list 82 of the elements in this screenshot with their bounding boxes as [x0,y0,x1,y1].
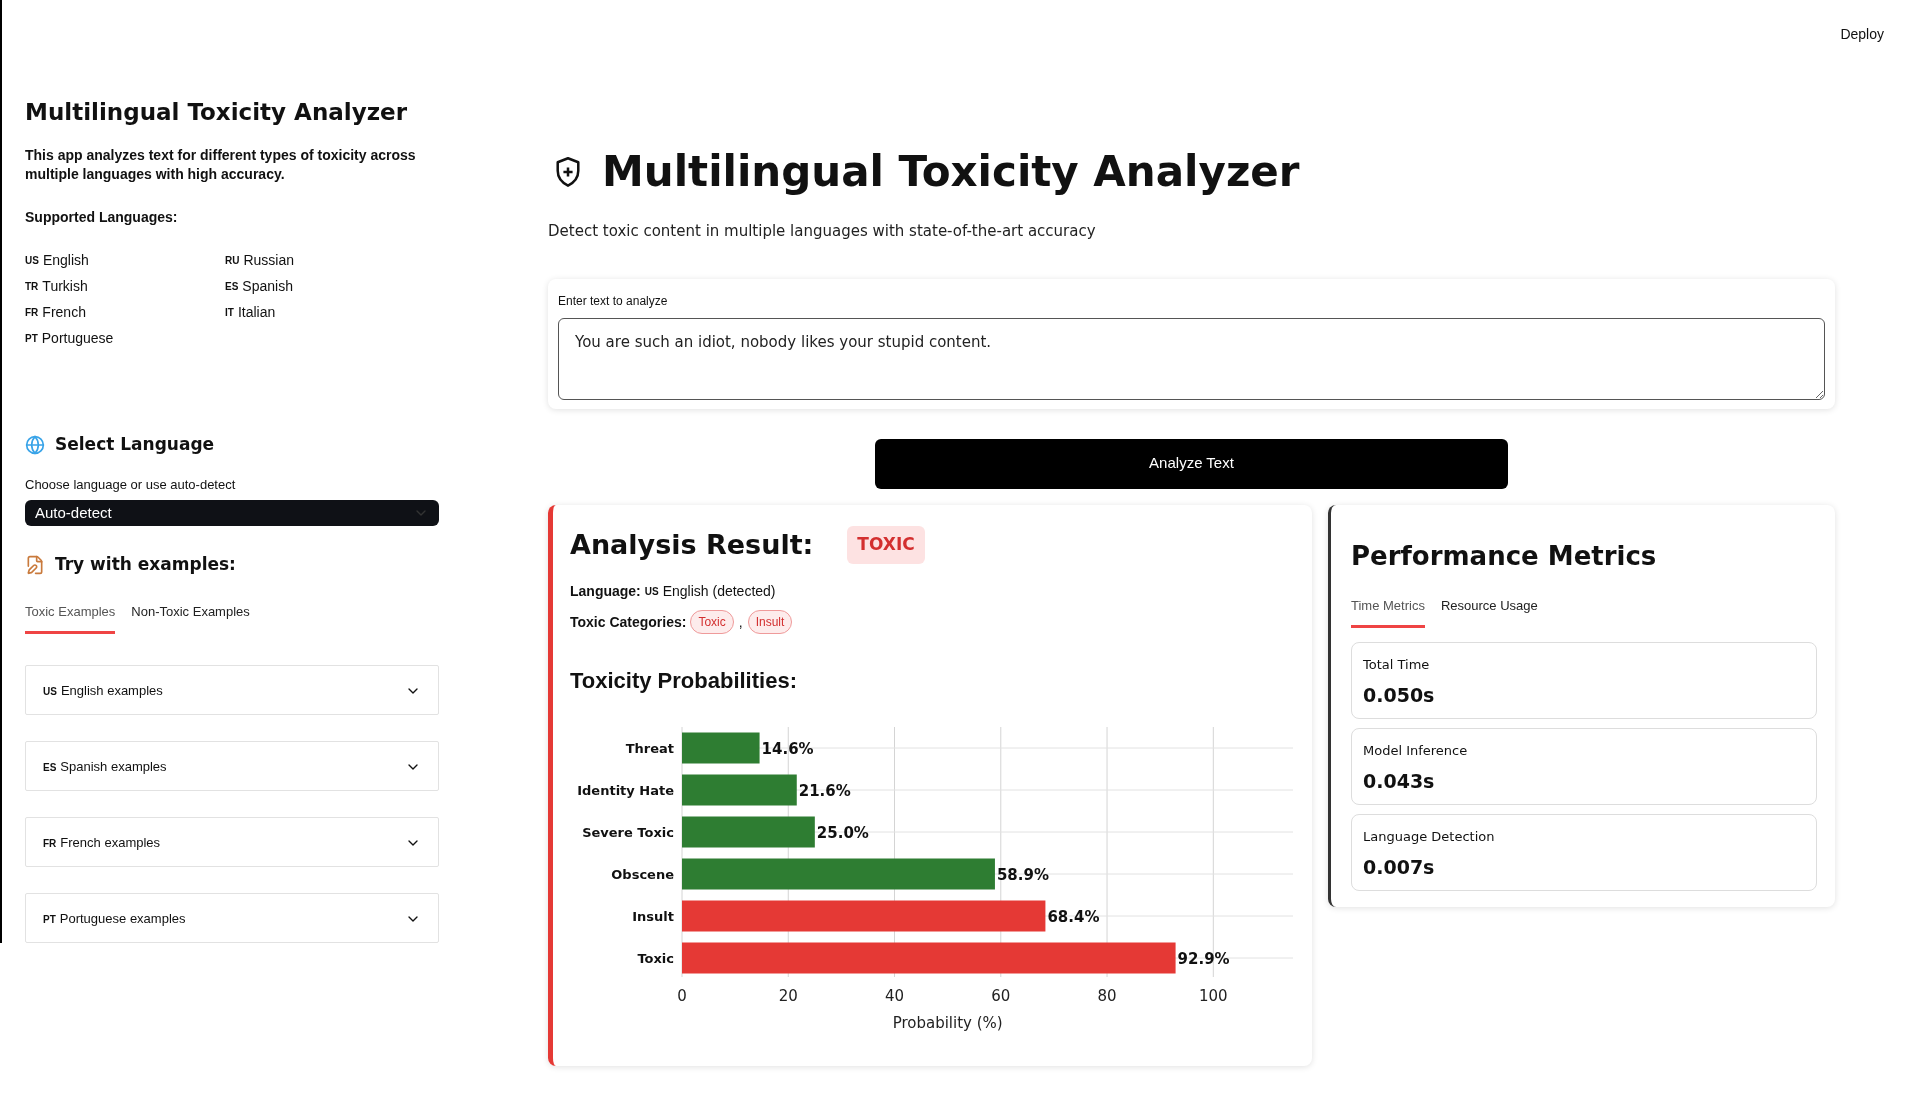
flag-code: TR [25,280,39,294]
page-subtitle: Detect toxic content in multiple languages with state-of-the-art accuracy [548,221,1097,242]
category-tag: Insult [747,610,793,634]
app-description: This app analyzes text for different types of toxicity across multiple languages with high accuracy. [25,146,417,184]
value-label: 92.9% [1177,950,1230,968]
category-tag: Toxic [690,610,734,634]
flag-code: US [43,684,57,699]
analyze-button[interactable]: Analyze Text [875,438,1508,489]
accordion-label: Portuguese examples [59,910,186,929]
info-value: English (detected) [662,582,776,601]
flag-code: ES [43,760,57,775]
examples-accordion[interactable]: US English examples [25,665,439,715]
verdict-badge: TOXIC [847,526,925,564]
flag-code: FR [25,306,39,320]
language-select[interactable]: Auto-detect [25,500,439,526]
value-label: 14.6% [761,740,814,758]
info-label: Language: [570,582,641,601]
tick-label: 60 [991,987,1011,1005]
card-title: Analysis Result: [570,527,814,562]
text-input[interactable]: You are such an idiot, nobody likes your stupid content. [558,317,1825,400]
flag-code: PT [43,912,56,927]
tick-label: 0 [677,987,687,1005]
accordion-label: Spanish examples [60,758,167,777]
flag-code: IT [225,306,234,320]
language-name: Turkish [42,278,88,295]
language-name: Russian [243,252,295,269]
value-label: 25.0% [816,824,869,842]
sidebar-title: Multilingual Toxicity Analyzer [25,98,408,126]
metric-value: 0.007s [1363,854,1436,880]
tab[interactable]: Time Metrics [1351,595,1425,628]
category-label: Severe Toxic [582,825,674,840]
tab[interactable]: Resource Usage [1440,595,1538,628]
category-label: Toxic [637,951,674,966]
accordion-label: French examples [60,834,161,853]
category-label: Obscene [611,867,674,882]
accordion-label: English examples [60,682,163,701]
memo-icon [25,554,45,575]
page-title: Multilingual Toxicity Analyzer [602,146,1300,198]
tick-label: 20 [778,987,798,1005]
languages-heading: Supported Languages: [25,208,179,227]
value-label: 58.9% [996,866,1049,884]
globe-icon [25,434,45,455]
metric-label: Language Detection [1363,828,1496,846]
shield-icon [554,156,582,188]
flag-code: FR [43,836,57,851]
metric-value: 0.050s [1363,682,1436,708]
language-name: Portuguese [41,330,114,347]
flag-code: PT [25,332,38,346]
field-label: Enter text to analyze [558,292,669,310]
examples-accordion[interactable]: FR French examples [25,817,439,867]
value-label: 68.4% [1047,908,1100,926]
deploy-button[interactable]: Deploy [1840,24,1884,45]
separator-comma: , [738,612,743,632]
language-name: Spanish [242,278,293,295]
info-label: Toxic Categories: [570,612,687,632]
metric-label: Model Inference [1363,742,1469,760]
examples-accordion[interactable]: ES Spanish examples [25,741,439,791]
section-heading: Select Language [55,433,215,456]
examples-accordion[interactable]: PT Portuguese examples [25,893,439,943]
flag-code: US [644,585,659,599]
axis-title: Probability (%) [892,1014,1003,1032]
metric-label: Total Time [1363,656,1431,674]
tab[interactable]: Non-Toxic Examples [131,601,250,634]
flag-code: ES [225,280,239,294]
field-label: Choose language or use auto-detect [25,475,237,494]
card-title: Performance Metrics [1351,539,1658,573]
flag-code: US [25,254,39,268]
tick-label: 100 [1199,987,1228,1005]
language-name: English [42,252,89,269]
category-label: Identity Hate [577,783,674,798]
chart-heading: Toxicity Probabilities: [570,667,798,695]
tab[interactable]: Toxic Examples [25,601,116,634]
value-label: 21.6% [798,782,851,800]
metric-value: 0.043s [1363,768,1436,794]
tick-label: 40 [884,987,905,1005]
language-name: French [42,304,86,321]
language-name: Italian [237,304,276,321]
tick-label: 80 [1097,987,1117,1005]
section-heading: Try with examples: [55,553,236,576]
category-label: Threat [625,741,674,756]
flag-code: RU [225,254,240,268]
category-label: Insult [632,909,674,924]
